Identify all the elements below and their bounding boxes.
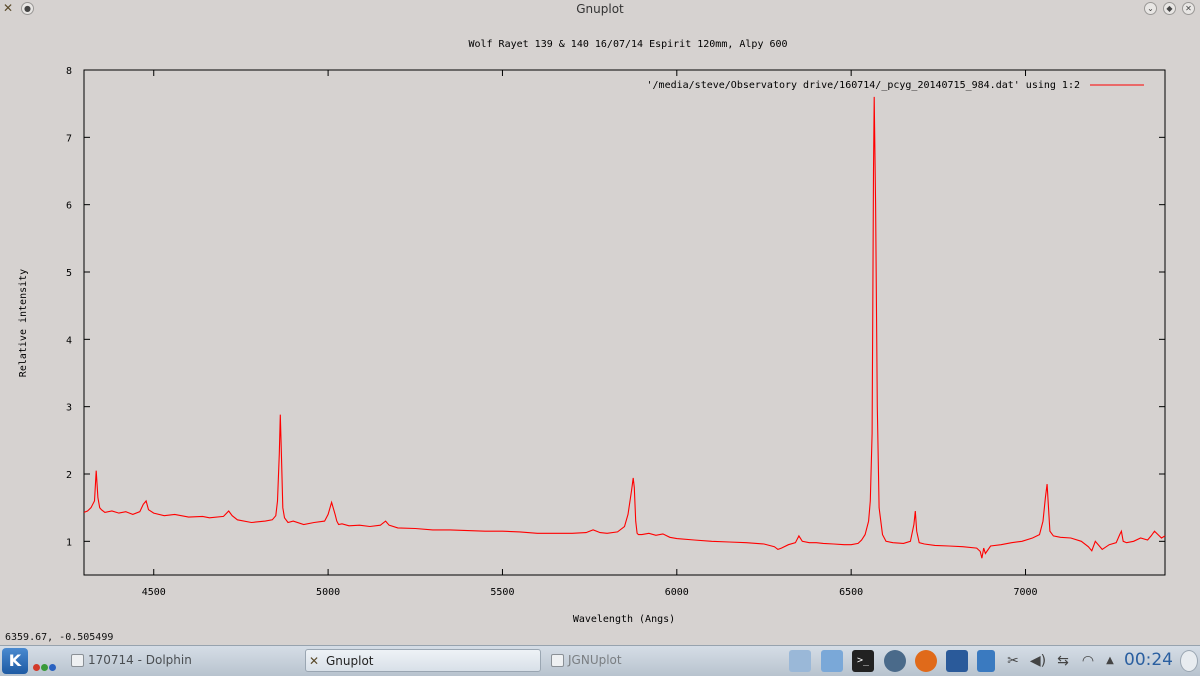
legend-label: '/media/steve/Observatory drive/160714/_… — [647, 80, 1080, 91]
thunderbird-icon[interactable] — [884, 650, 906, 672]
close-button[interactable]: ✕ — [1182, 2, 1195, 15]
coordinate-readout: 6359.67, -0.505499 — [5, 632, 114, 643]
spectrum-plot[interactable]: Wolf Rayet 139 & 140 16/07/14 Espirit 12… — [0, 18, 1200, 630]
terminal-icon[interactable]: >_ — [852, 650, 874, 672]
green-dot-icon — [41, 664, 48, 671]
usb-icon[interactable]: ⇆ — [1054, 650, 1072, 672]
maximize-button[interactable]: ◆ — [1163, 2, 1176, 15]
activity-dots[interactable] — [33, 656, 57, 675]
y-tick-label: 5 — [66, 268, 72, 279]
file-manager-icon[interactable] — [821, 650, 843, 672]
y-axis-label: Relative intensity — [18, 269, 29, 377]
desktop-icon[interactable] — [789, 650, 811, 672]
logout-icon[interactable] — [1180, 650, 1198, 672]
x-tick-label: 5000 — [316, 587, 340, 598]
task-dolphin[interactable]: 170714 - Dolphin — [68, 649, 300, 672]
x-tick-label: 7000 — [1013, 587, 1037, 598]
window-title: Gnuplot — [576, 2, 624, 16]
y-axis-ticks: 1 2 3 4 5 6 7 8 — [66, 66, 1165, 548]
taskbar: K 170714 - Dolphin ✕ Gnuplot JGNUplot >_… — [0, 645, 1200, 676]
minimize-button[interactable]: ⌄ — [1144, 2, 1157, 15]
task-gnuplot[interactable]: ✕ Gnuplot — [305, 649, 541, 672]
chart-title: Wolf Rayet 139 & 140 16/07/14 Espirit 12… — [468, 39, 787, 50]
firefox-icon[interactable] — [915, 650, 937, 672]
camera-icon[interactable] — [977, 650, 995, 672]
dolphin-icon — [71, 654, 84, 667]
y-tick-label: 6 — [66, 201, 72, 212]
clipboard-icon[interactable]: ✂ — [1004, 650, 1022, 672]
wifi-icon[interactable]: ◠ — [1078, 650, 1098, 672]
y-tick-label: 2 — [66, 470, 72, 481]
y-tick-label: 4 — [66, 335, 72, 346]
y-tick-label: 1 — [66, 537, 72, 548]
task-label: Gnuplot — [326, 654, 374, 668]
series-line — [83, 96, 1166, 559]
volume-icon[interactable]: ◀) — [1028, 650, 1048, 672]
x-tick-label: 6000 — [665, 587, 689, 598]
y-tick-label: 7 — [66, 133, 72, 144]
kde-menu-button[interactable]: K — [2, 648, 28, 674]
x-tick-label: 6500 — [839, 587, 863, 598]
x-axis-label: Wavelength (Angs) — [573, 614, 675, 625]
y-tick-label: 3 — [66, 403, 72, 414]
task-jgnuplot[interactable]: JGNUplot — [548, 649, 780, 672]
plot-frame — [83, 69, 1166, 576]
window-titlebar: ✕ ● Gnuplot ⌄ ◆ ✕ — [0, 0, 1200, 18]
tray-expand-icon[interactable]: ▲ — [1103, 650, 1117, 672]
jgnuplot-icon — [551, 654, 564, 667]
y-tick-label: 8 — [66, 66, 72, 77]
email-icon[interactable] — [946, 650, 968, 672]
gnuplot-icon: ✕ — [309, 654, 320, 668]
red-dot-icon — [33, 664, 40, 671]
task-label: JGNUplot — [568, 653, 622, 667]
x-tick-label: 4500 — [142, 587, 166, 598]
task-label: 170714 - Dolphin — [88, 653, 192, 667]
x-tick-label: 5500 — [490, 587, 514, 598]
x-axis-ticks: 4500 5000 5500 6000 6500 7000 — [142, 70, 1038, 598]
blue-dot-icon — [49, 664, 56, 671]
clock[interactable]: 00:24 — [1124, 650, 1173, 670]
